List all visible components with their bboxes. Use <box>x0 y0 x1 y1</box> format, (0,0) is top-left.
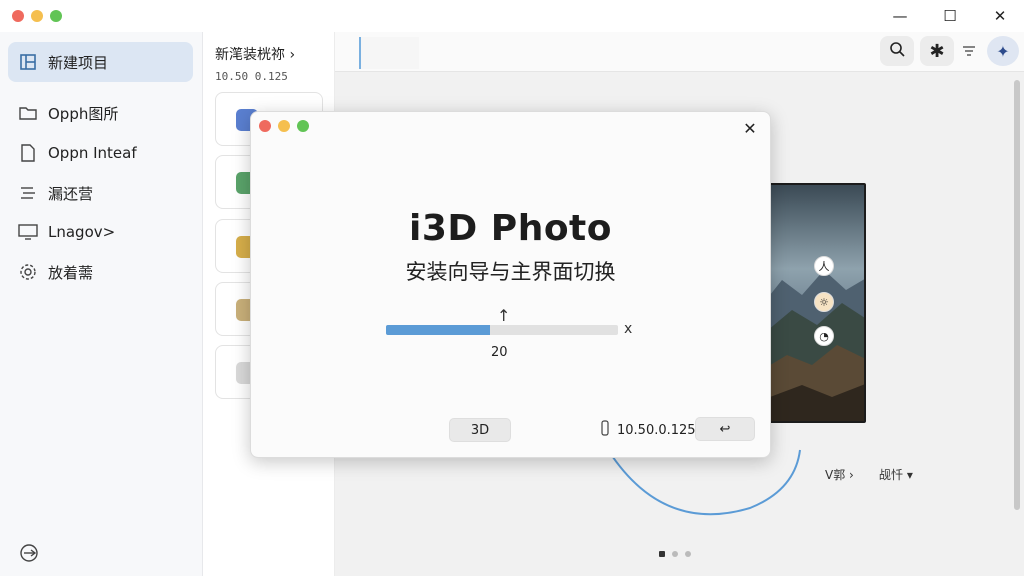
page-dot[interactable] <box>685 551 691 557</box>
dialog-close-button[interactable]: ✕ <box>740 118 760 138</box>
dialog-zoom-dot[interactable] <box>297 120 309 132</box>
page-indicator <box>659 551 691 557</box>
dialog-traffic-lights <box>259 120 309 132</box>
monitor-icon <box>18 222 38 242</box>
content-tab[interactable] <box>359 37 419 69</box>
sidebar-item-label: Lnagov> <box>48 223 116 241</box>
close-window-dot[interactable] <box>12 10 24 22</box>
scrollbar[interactable] <box>1014 80 1020 510</box>
dialog-close-dot[interactable] <box>259 120 271 132</box>
sun-avatar-icon[interactable]: ☼ <box>814 292 834 312</box>
page-dot-active[interactable] <box>659 551 665 557</box>
progress-bar <box>386 325 618 335</box>
sidebar-item-label: Oppn Inteaf <box>48 144 137 162</box>
sidebar-item-list[interactable]: 漏还营 <box>8 173 193 213</box>
filter-icon <box>962 42 976 61</box>
assistant-button[interactable]: ✦ <box>987 36 1019 66</box>
dialog-minimize-dot[interactable] <box>278 120 290 132</box>
link-left[interactable]: V郭 › <box>825 466 854 483</box>
progress-fill <box>386 325 491 335</box>
person-avatar-icon[interactable]: 人 <box>814 256 834 276</box>
sidebar-item-new-project[interactable]: 新建项目 <box>8 42 193 82</box>
installer-dialog: ✕ i3D Photo 安装向导与主界面切换 ↑ x 20 3D 10.50.0… <box>250 111 771 458</box>
gear-icon <box>18 262 38 282</box>
sidebar-item-settings[interactable]: 放着薷 <box>8 252 193 292</box>
minimize-window-dot[interactable] <box>31 10 43 22</box>
column-title[interactable]: 新滗装桄祢 › <box>215 44 295 64</box>
content-toolbar: ✱ ✦ <box>335 32 1024 72</box>
maximize-button[interactable]: ☐ <box>934 6 966 26</box>
sidebar-item-label: 新建项目 <box>48 53 109 72</box>
folder-icon <box>18 103 38 123</box>
sidebar-item-document[interactable]: Oppn Inteaf <box>8 133 193 173</box>
sidebar-item-folder[interactable]: Opph图所 <box>8 93 193 133</box>
link-right[interactable]: 觇忏 ▾ <box>879 466 913 483</box>
ip-address-text: 10.50.0.125 <box>617 422 696 438</box>
document-icon <box>18 143 38 163</box>
zoom-window-dot[interactable] <box>50 10 62 22</box>
sidebar-item-label: 漏还营 <box>48 184 94 203</box>
photo-preview[interactable] <box>760 183 866 423</box>
upload-arrow-icon: ↑ <box>497 306 511 325</box>
minimize-button[interactable]: — <box>884 6 916 26</box>
search-icon <box>889 41 905 61</box>
3d-button[interactable]: 3D <box>449 418 511 442</box>
asterisk-icon: ✱ <box>929 40 945 62</box>
list-icon <box>18 183 38 203</box>
effects-button[interactable]: ✱ <box>920 36 954 66</box>
search-button[interactable] <box>880 36 914 66</box>
logout-icon[interactable] <box>18 542 40 564</box>
dialog-title: i3D Photo <box>409 208 612 249</box>
sparkle-icon: ✦ <box>996 41 1010 61</box>
sidebar-item-monitor[interactable]: Lnagov> <box>8 212 193 252</box>
cancel-progress-icon[interactable]: x <box>624 321 632 337</box>
ring-avatar-icon[interactable]: ◔ <box>814 326 834 346</box>
progress-value: 20 <box>491 345 508 360</box>
page-dot[interactable] <box>672 551 678 557</box>
close-button[interactable]: ✕ <box>984 6 1016 26</box>
sidebar-item-label: Opph图所 <box>48 104 119 123</box>
column-subtitle: 10.50 0.125 <box>215 70 288 83</box>
window-traffic-lights <box>12 10 62 22</box>
device-icon <box>601 420 609 440</box>
filter-button[interactable] <box>952 36 986 66</box>
ip-address: 10.50.0.125 <box>601 420 696 440</box>
new-project-icon <box>18 52 38 72</box>
sidebar-item-label: 放着薷 <box>48 263 94 282</box>
dialog-subtitle: 安装向导与主界面切换 <box>405 260 616 284</box>
back-button[interactable]: ↩ <box>695 417 755 441</box>
sidebar: 新建项目 Opph图所 Oppn Inteaf 漏还营 Lnagov> 放着薷 <box>0 32 203 576</box>
window-controls: — ☐ ✕ <box>884 6 1016 26</box>
